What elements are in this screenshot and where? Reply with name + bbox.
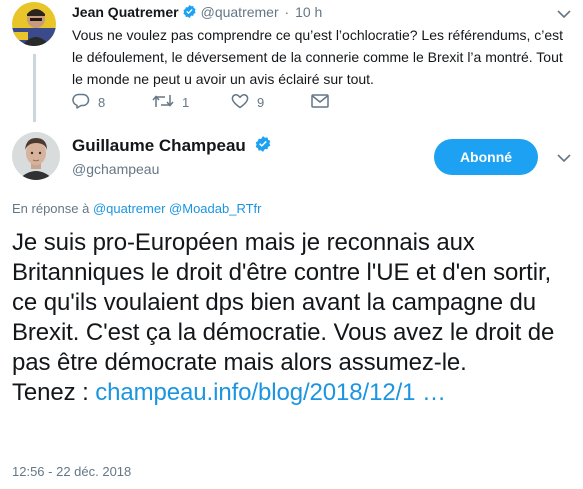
tweet-actions: 8 1 9 — [72, 93, 337, 112]
author-name[interactable]: Jean Quatremer — [72, 4, 179, 20]
author-handle[interactable]: @gchampeau — [72, 160, 159, 178]
reply-icon — [72, 93, 98, 112]
retweet-button[interactable]: 1 — [152, 93, 231, 112]
tweet-timestamp[interactable]: 12:56 - 22 déc. 2018 — [12, 464, 131, 479]
like-count: 9 — [257, 95, 265, 110]
author-name[interactable]: Guillaume Champeau — [72, 135, 272, 159]
thread-connector-line — [33, 54, 36, 122]
tweet-time[interactable]: 10 h — [295, 4, 322, 20]
mention-link[interactable]: @Moadab_RTfr — [169, 201, 261, 216]
reply-context: En réponse à @quatremer @Moadab_RTfr — [12, 201, 262, 216]
like-button[interactable]: 9 — [231, 93, 311, 112]
following-button[interactable]: Abonné — [434, 139, 538, 175]
heart-icon — [231, 93, 257, 112]
retweet-icon — [152, 93, 182, 112]
reply-prefix: En réponse à — [12, 201, 90, 216]
author-name-text: Guillaume Champeau — [72, 136, 246, 155]
time-separator: · — [284, 4, 290, 20]
parent-tweet[interactable]: Jean Quatremer @quatremer · 10 h Vous ne … — [0, 0, 583, 122]
mention-link[interactable]: @quatremer — [93, 201, 165, 216]
tweet-tenez: Tenez : — [12, 379, 89, 406]
verified-badge-icon — [182, 4, 197, 23]
envelope-icon — [311, 94, 337, 111]
avatar[interactable] — [12, 2, 56, 46]
tweet-link[interactable]: champeau.info/blog/2018/12/1 … — [95, 379, 446, 406]
reply-count: 8 — [98, 95, 106, 110]
chevron-down-icon[interactable] — [557, 6, 571, 24]
chevron-down-icon[interactable] — [557, 150, 571, 168]
parent-tweet-text: Vous ne voulez pas comprendre ce qu’est … — [72, 27, 564, 87]
verified-badge-icon — [254, 135, 272, 159]
reply-button[interactable]: 8 — [72, 93, 152, 112]
author-handle[interactable]: @quatremer — [201, 4, 279, 20]
avatar[interactable] — [12, 132, 60, 180]
parent-tweet-header: Jean Quatremer @quatremer · 10 h — [72, 3, 322, 23]
direct-message-button[interactable] — [311, 94, 337, 111]
tweet-body: Je suis pro-Européen mais je reconnais a… — [12, 229, 555, 376]
retweet-count: 1 — [182, 95, 190, 110]
tweet-text: Je suis pro-Européen mais je reconnais a… — [12, 228, 578, 408]
